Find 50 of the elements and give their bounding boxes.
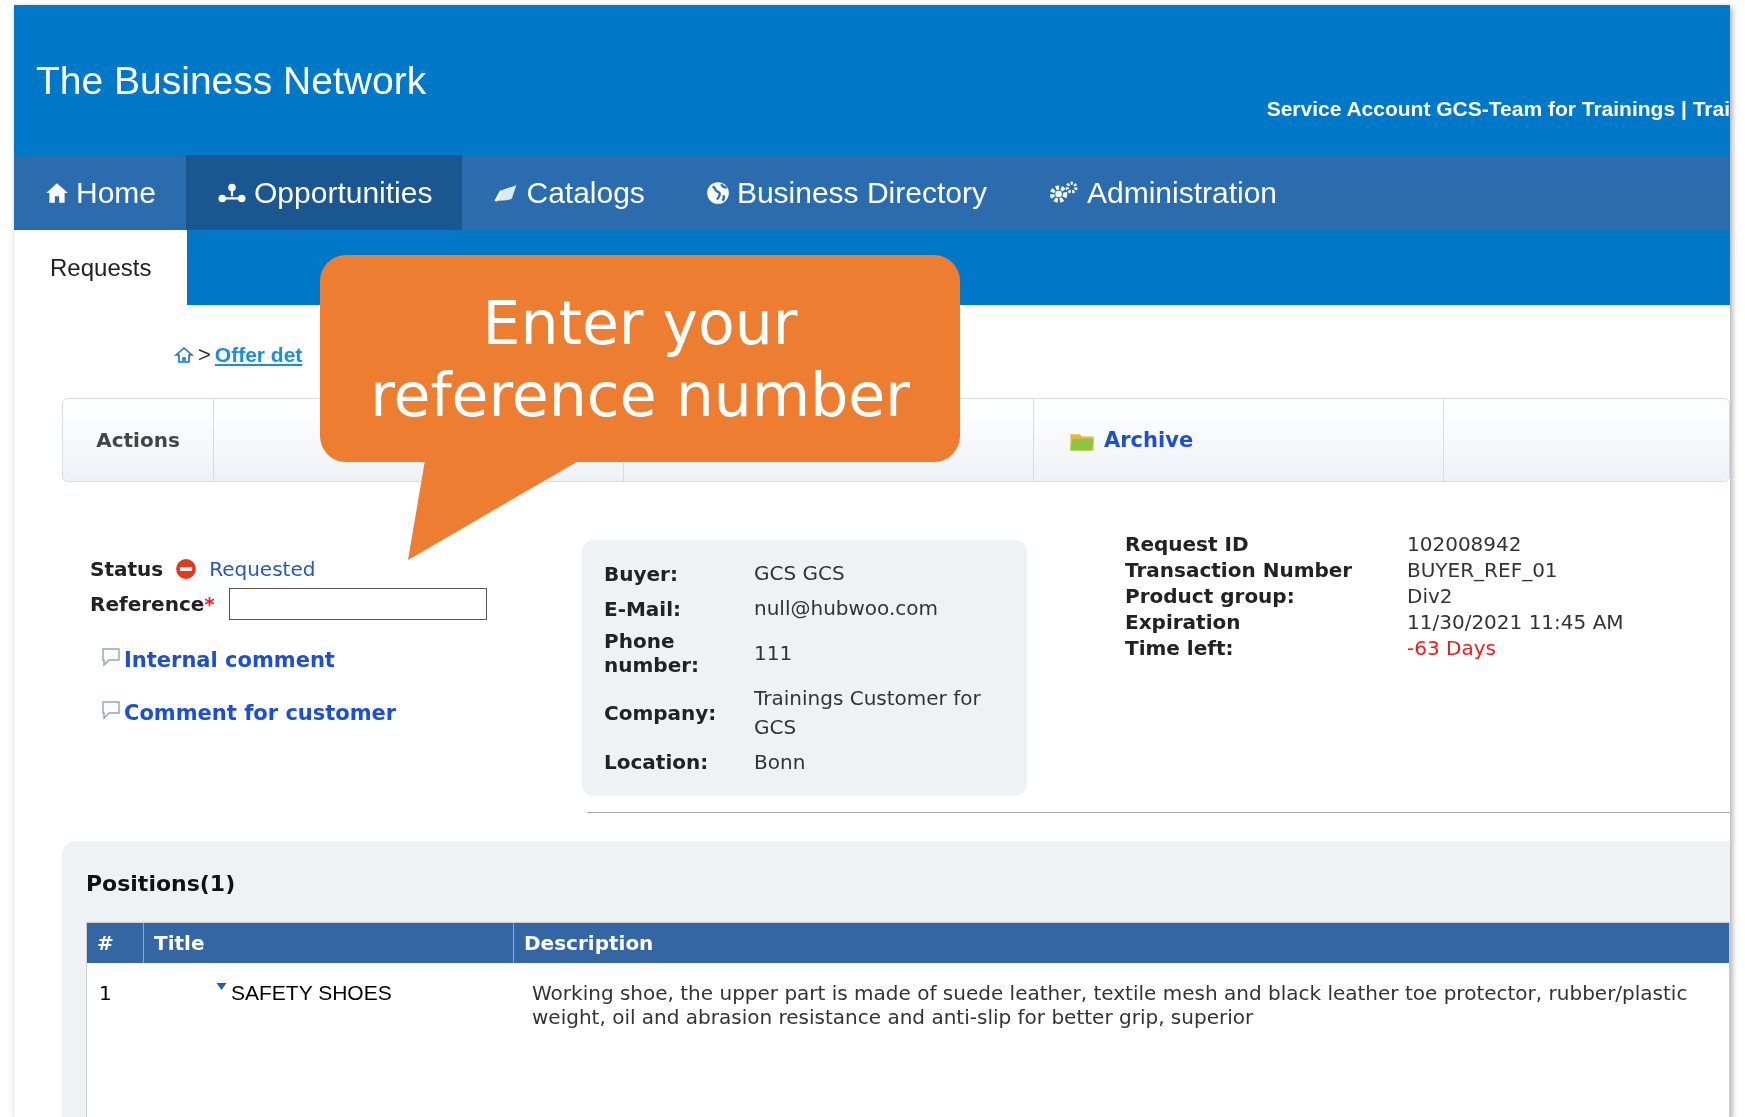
field-value: BUYER_REF_01 bbox=[1407, 558, 1559, 582]
field-label: Request ID bbox=[1125, 532, 1250, 556]
column-header: # bbox=[87, 923, 144, 963]
field-label: Product group: bbox=[1125, 584, 1296, 608]
account-label: Service Account GCS-Team for Trainings | Trai bbox=[1266, 97, 1730, 121]
field-label: Buyer: bbox=[604, 560, 679, 588]
field-label: Location: bbox=[604, 749, 710, 777]
home-icon[interactable] bbox=[174, 345, 194, 365]
field-label: Company: bbox=[604, 699, 718, 727]
nav-tab[interactable]: Business Directory bbox=[674, 155, 1017, 230]
comment-link[interactable]: Internal comment bbox=[100, 646, 582, 673]
callout-text: Enter your reference number bbox=[369, 286, 911, 431]
nav-tab[interactable]: Home bbox=[14, 155, 187, 230]
reference-label: Reference* bbox=[90, 592, 215, 616]
table-cell-text: 1 bbox=[98, 981, 113, 1007]
field-value: 11/30/2021 11:45 AM bbox=[1407, 610, 1624, 634]
breadcrumb-link[interactable]: Offer det bbox=[214, 343, 303, 367]
comment-link[interactable]: Comment for customer bbox=[100, 699, 582, 726]
globe-icon bbox=[704, 179, 731, 206]
actions-label: Actions bbox=[63, 399, 214, 481]
status-value: Requested bbox=[209, 557, 316, 581]
field-label: Time left: bbox=[1125, 636, 1235, 660]
field-value: Trainings Customer for GCS bbox=[754, 684, 982, 741]
field-value: 102008942 bbox=[1407, 532, 1523, 556]
column-header: Title bbox=[144, 923, 514, 963]
archive-button[interactable]: Archive bbox=[1068, 427, 1194, 453]
field-value: null@hubwoo.com bbox=[754, 595, 940, 623]
field-value: 111 bbox=[754, 640, 794, 667]
nav-tab[interactable]: Administration bbox=[1016, 155, 1308, 230]
reference-field[interactable] bbox=[228, 588, 487, 620]
field-label: E-Mail: bbox=[604, 595, 683, 623]
field-value: Bonn bbox=[754, 748, 807, 776]
sub-tab[interactable]: Requests bbox=[14, 230, 188, 305]
field-value: GCS GCS bbox=[754, 560, 846, 588]
nav-tab[interactable]: Catalogs bbox=[462, 155, 675, 230]
site-title: The Business Network bbox=[36, 59, 427, 103]
caret-icon[interactable] bbox=[216, 983, 227, 991]
nav-tab[interactable]: Opportunities bbox=[186, 155, 463, 230]
breadcrumb-separator: > bbox=[198, 342, 211, 368]
field-label: Transaction Number bbox=[1125, 558, 1354, 582]
column-header: Description bbox=[523, 930, 655, 957]
table-cell: SAFETY SHOES bbox=[231, 981, 392, 1005]
table-cell-text: Working shoe, the upper part is made of suede leather, textile mesh and black leather toe protector, rubber/plastic weight, oil and abrasion resistance and anti-slip for better grip, superior bbox=[531, 981, 1689, 1029]
status-label: Status bbox=[90, 557, 164, 581]
section-title: Positions(1) bbox=[86, 871, 237, 896]
field-value: -63 Days bbox=[1407, 636, 1497, 660]
field-label: Expiration bbox=[1125, 610, 1242, 634]
field-value: Div2 bbox=[1407, 584, 1454, 608]
field-label: Phone number: bbox=[604, 628, 701, 679]
blocked-icon bbox=[175, 558, 198, 580]
